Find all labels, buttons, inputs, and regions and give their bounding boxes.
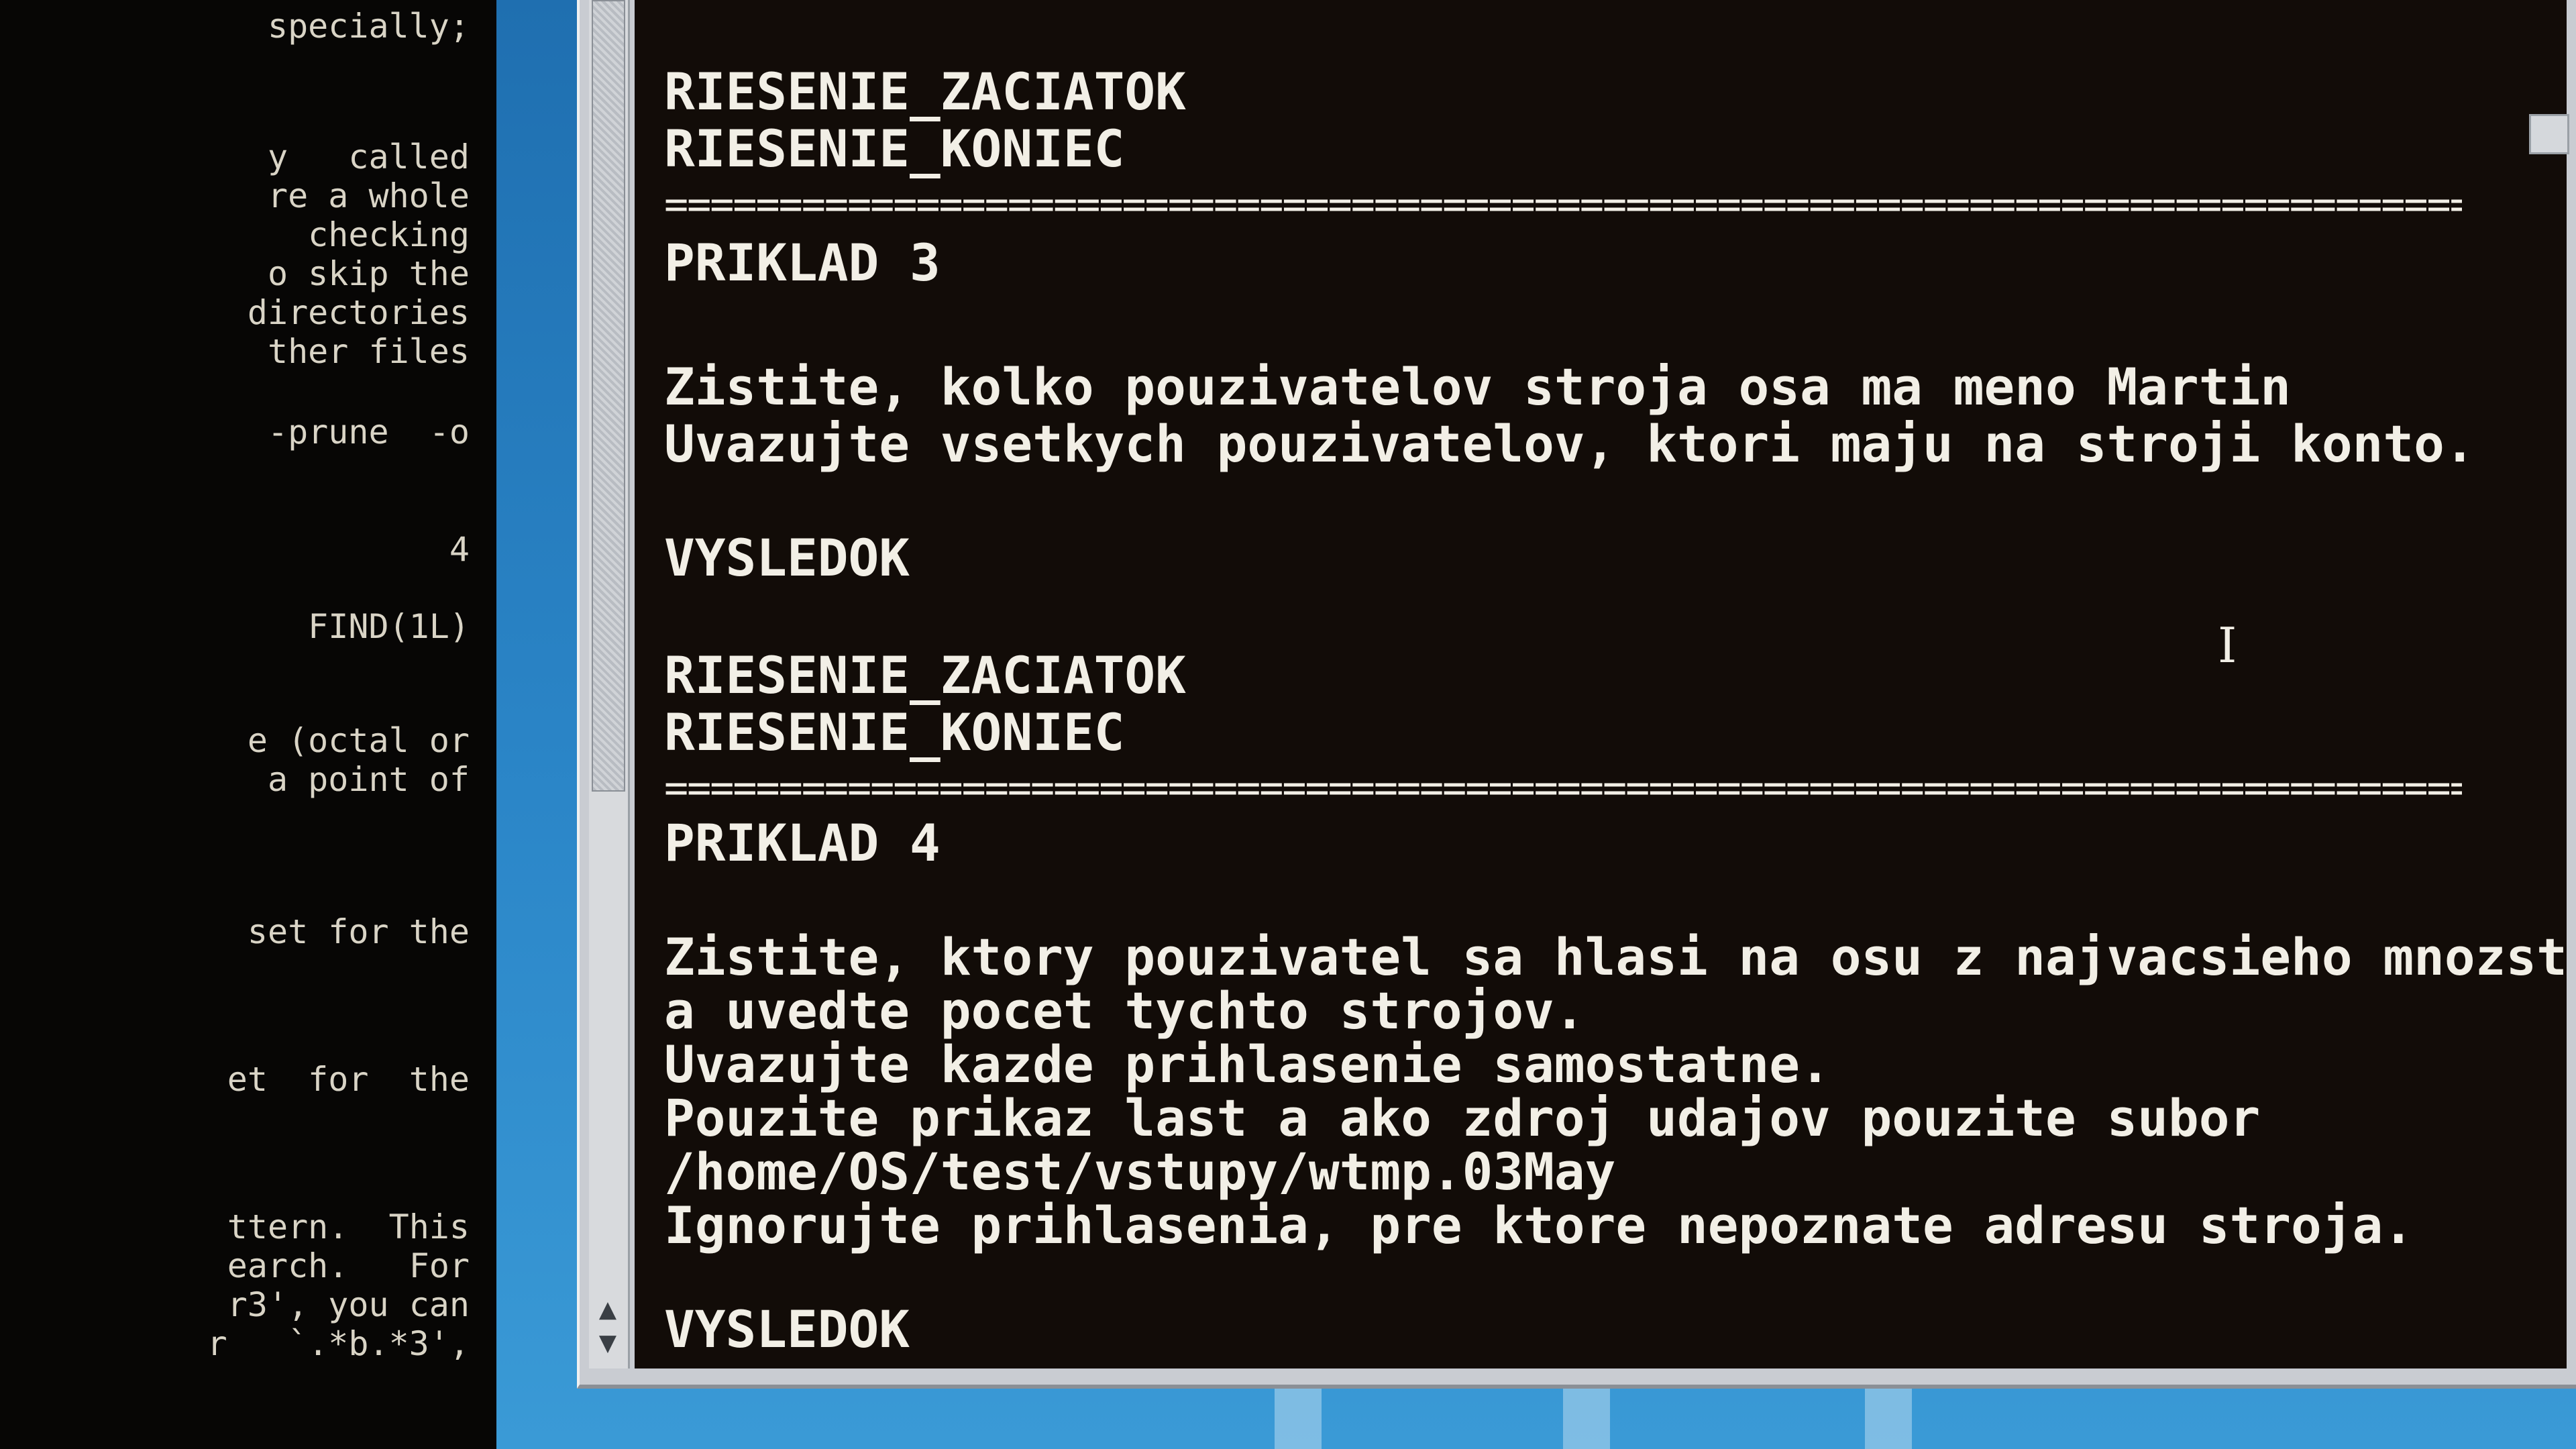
man-line: e (octal or (247, 721, 470, 760)
man-line: a point of (247, 760, 470, 799)
man-line: -prune -o (267, 413, 470, 451)
output-line: PRIKLAD 4 (664, 813, 941, 873)
man-line: r `.*b.*3', (207, 1324, 470, 1363)
scrollbar[interactable]: ▲ ▼ (589, 0, 630, 1368)
output-line: Pouzite prikaz last a ako zdroj udajov p… (664, 1088, 2261, 1148)
separator-line: ========================================… (664, 780, 2462, 797)
output-line: Zistite, ktory pouzivatel sa hlasi na os… (664, 927, 2567, 987)
output-line: Uvazujte vsetkych pouzivatelov, ktori ma… (664, 414, 2475, 474)
output-line: PRIKLAD 3 (664, 233, 941, 292)
man-line: ttern. This (227, 1208, 470, 1246)
output-line: RIESENIE_KONIEC (664, 702, 1125, 762)
output-line: RIESENIE_ZACIATOK (664, 645, 1186, 705)
man-line: set for the (247, 912, 470, 951)
man-line: earch. For (227, 1246, 470, 1285)
output-line: Ignorujte prihlasenia, pre ktore nepozna… (664, 1195, 2414, 1255)
man-line: et for the (227, 1060, 470, 1099)
man-line: 4 (449, 530, 470, 569)
scroll-down-icon[interactable]: ▼ (593, 1328, 623, 1358)
man-line: o skip the (267, 254, 470, 293)
output-line: Zistite, kolko pouzivatelov stroja osa m… (664, 357, 2292, 417)
man-line: directories (247, 293, 470, 332)
man-line: y called (267, 138, 470, 176)
output-line: VYSLEDOK (664, 528, 910, 588)
text-cursor-icon: I (2218, 617, 2237, 674)
man-line: re a whole (267, 176, 470, 215)
output-line: VYSLEDOK (664, 1299, 910, 1359)
terminal-window[interactable]: ▲ ▼ RIESENIE_ZACIATOK RIESENIE_KONIEC ==… (577, 0, 2576, 1389)
window-corner-button[interactable] (2529, 114, 2569, 154)
output-line: RIESENIE_ZACIATOK (664, 62, 1186, 121)
man-line: checking (267, 215, 470, 254)
scroll-up-icon[interactable]: ▲ (593, 1295, 623, 1324)
man-line: ther files (267, 332, 470, 371)
separator-line: ========================================… (664, 196, 2462, 213)
man-line: r3', you can (227, 1285, 470, 1324)
terminal-output[interactable]: RIESENIE_ZACIATOK RIESENIE_KONIEC ======… (635, 0, 2567, 1368)
output-line: RIESENIE_KONIEC (664, 119, 1125, 178)
output-line: /home/OS/test/vstupy/wtmp.03May (664, 1142, 1616, 1201)
scroll-thumb[interactable] (592, 0, 625, 792)
output-line: a uvedte pocet tychto strojov. (664, 981, 1585, 1040)
desktop: specially; y called re a whole checking … (0, 0, 2576, 1449)
background-terminal[interactable]: specially; y called re a whole checking … (0, 0, 496, 1449)
man-line: specially; (267, 7, 470, 46)
man-line: FIND(1L) (308, 607, 470, 646)
output-line: Uvazujte kazde prihlasenie samostatne. (664, 1034, 1831, 1094)
